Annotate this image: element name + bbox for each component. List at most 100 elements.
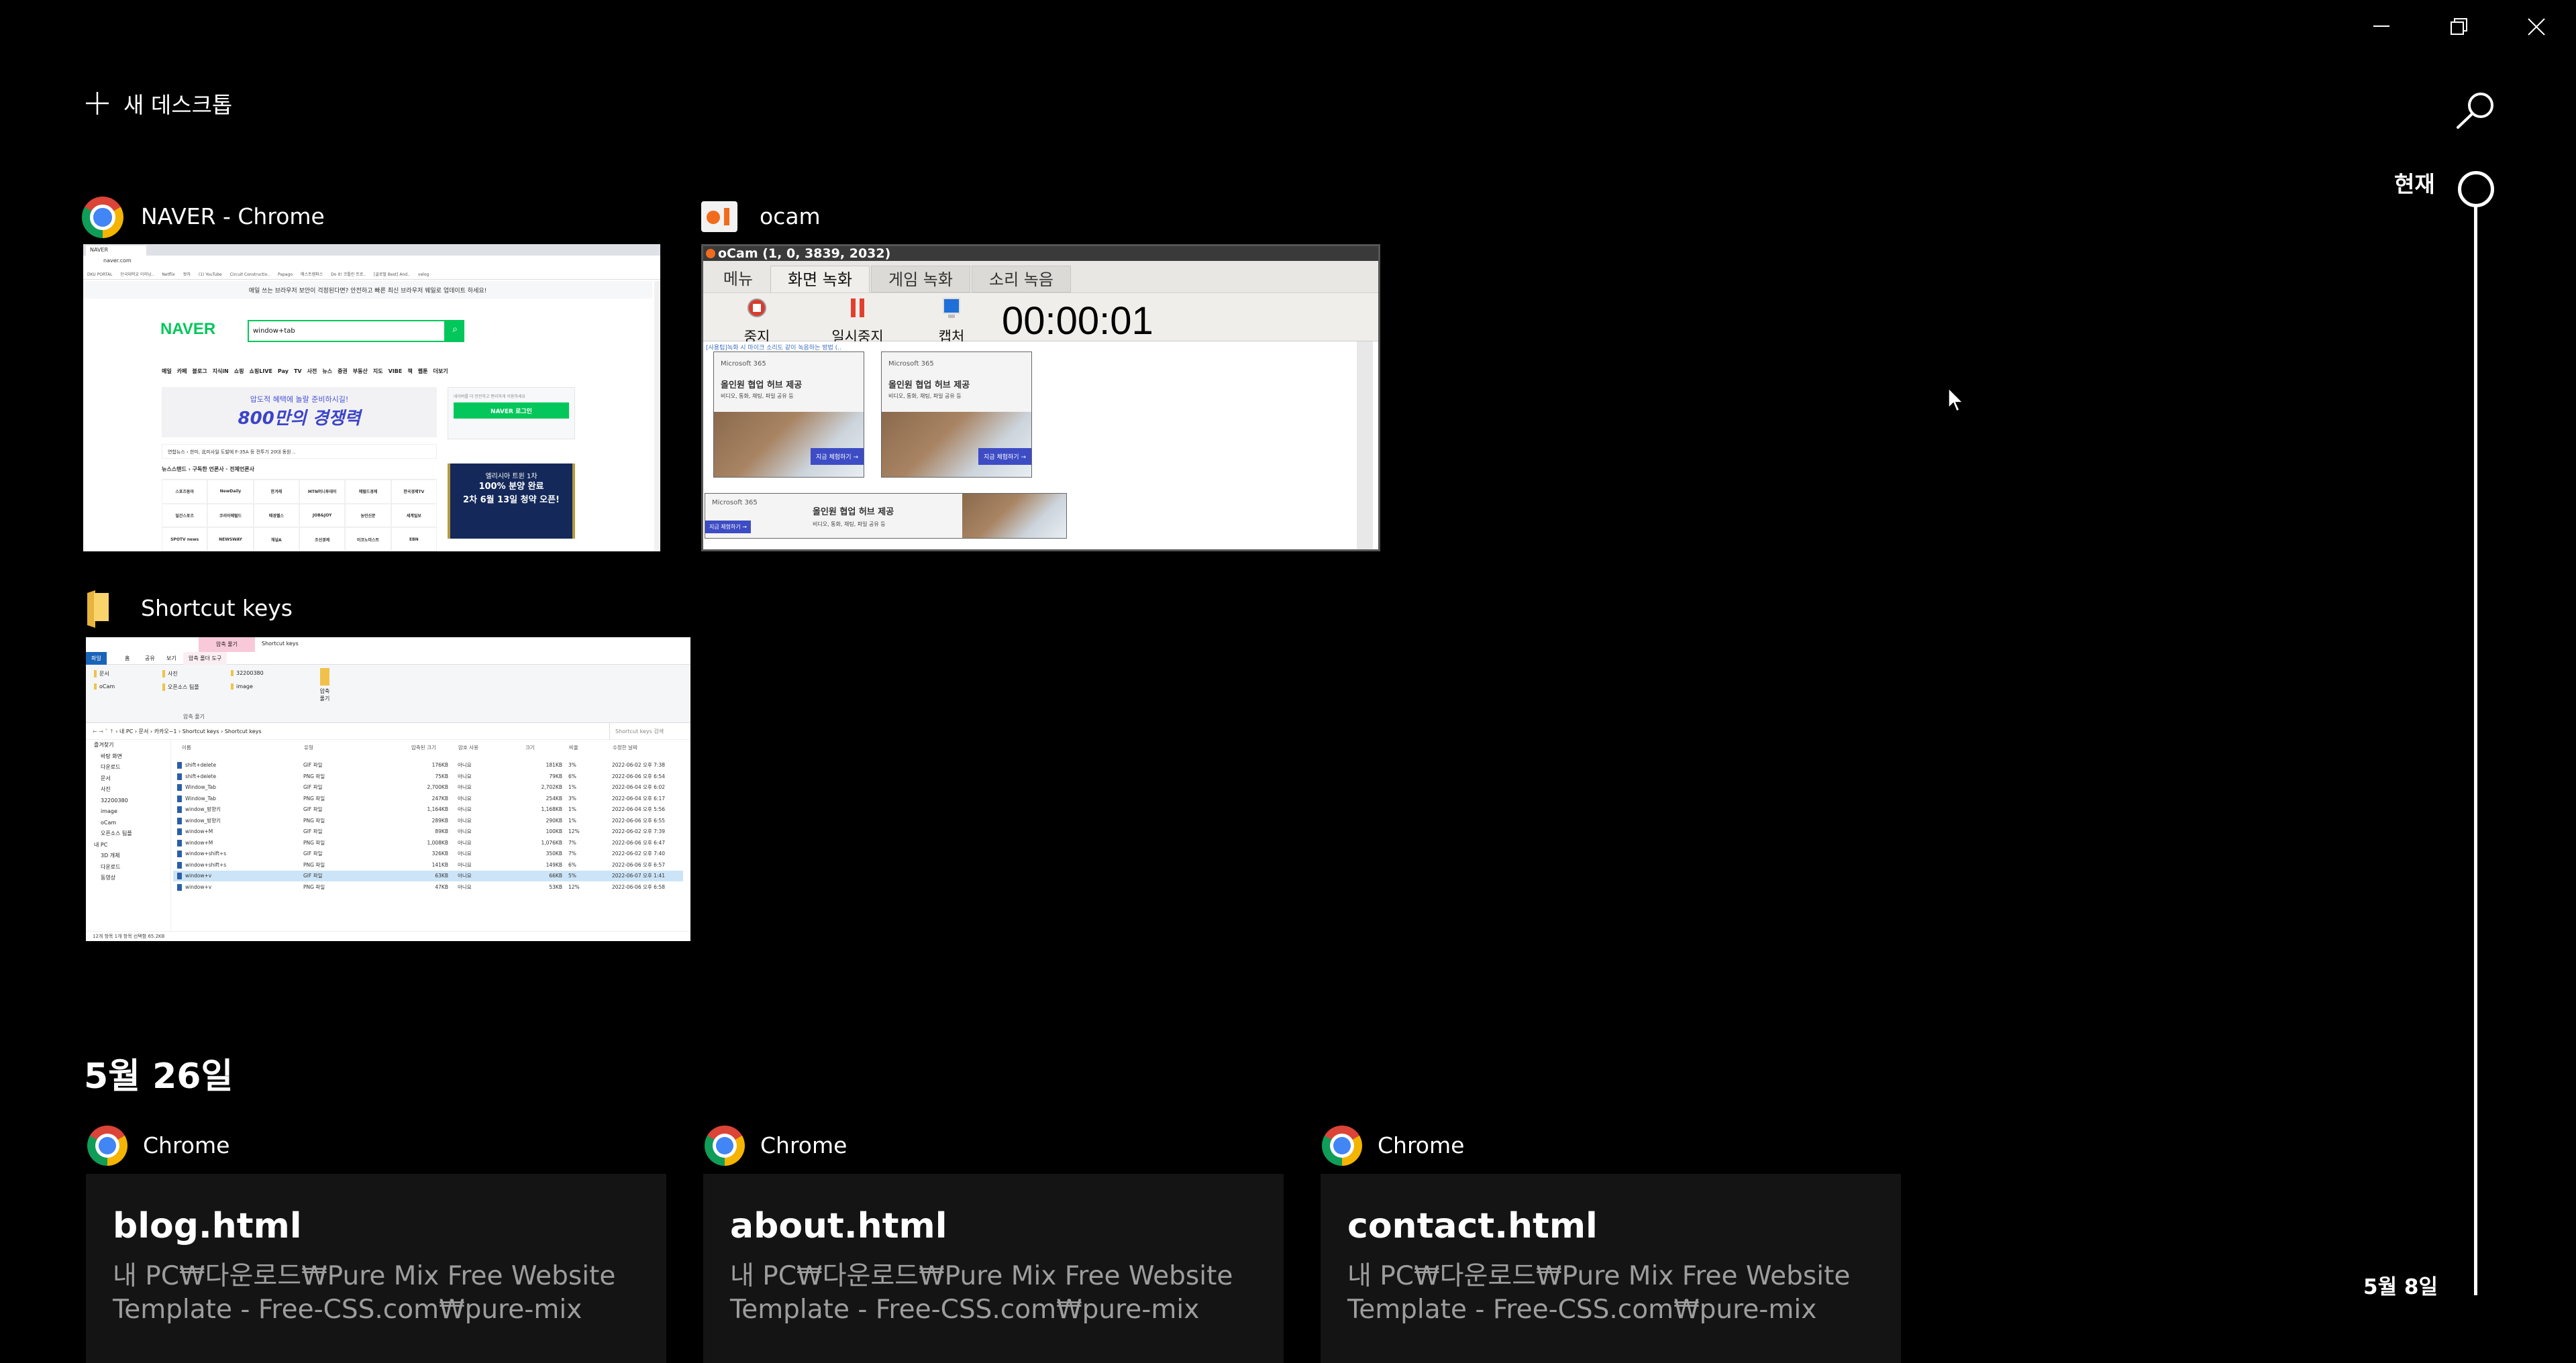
press-logo[interactable]: 코리아헤럴드 [207,503,254,528]
restore-button[interactable] [2422,9,2496,44]
ad-cta-button[interactable]: 지금 체험하기 → [811,448,864,465]
ribbon-tab[interactable]: 홈 [119,652,135,665]
ad-card[interactable]: Microsoft 365 올인원 협업 허브 제공 비디오, 통화, 채팅, … [881,351,1032,478]
window-thumbnail-explorer[interactable]: 압축 풀기 Shortcut keys 파일 홈 공유 보기 압축 폴더 도구 문서 사진… [86,637,690,941]
press-logo[interactable]: EBN [391,527,437,551]
timeline-handle[interactable] [2458,171,2494,207]
pinned-folder[interactable]: 32200380 [231,670,264,676]
search-button[interactable] [2453,87,2500,134]
naver-menu-item[interactable]: 증권 [338,368,348,374]
bookmark-item[interactable]: Netflix [162,272,175,277]
naver-search-button[interactable]: ⌕ [446,320,464,342]
press-logo[interactable]: 일간스포츠 [162,503,208,528]
naver-login-button[interactable]: NAVER 로그인 [454,402,569,419]
file-row[interactable]: Window_Tab PNG 파일 247KB 아니요 254KB 3% 2022-06-0… [173,794,683,804]
press-logo[interactable]: 채널A [253,527,299,551]
bookmark-item[interactable]: Circuit Constructio.. [230,272,270,277]
press-logo[interactable]: 스포츠동아 [162,480,208,504]
tab-sound-record[interactable]: 소리 녹음 [972,266,1071,292]
nav-item[interactable]: 3D 개체 [86,851,170,862]
activity-card[interactable]: blog.html 내 PC₩다운로드₩Pure Mix Free Website… [86,1174,666,1363]
column-header[interactable]: 수정한 날짜 [613,744,637,751]
ad-card[interactable]: Microsoft 365 올인원 협업 허브 제공 비디오, 통화, 채팅, … [713,351,864,478]
timeline-scrollbar[interactable] [2474,207,2477,1295]
close-button[interactable] [2500,9,2573,44]
press-logo[interactable]: MTN머니투데이 [299,480,346,504]
press-logo[interactable]: JOB&JOY [299,503,346,528]
pinned-folder[interactable]: 사진 [162,670,178,677]
column-header[interactable]: 유형 [304,744,313,751]
file-row[interactable]: window+shift+s PNG 파일 141KB 아니요 149KB 6% 2022-… [173,860,683,871]
pinned-folder[interactable]: image [231,684,253,690]
nav-item[interactable]: 문서 [86,773,170,785]
file-row[interactable]: window+v PNG 파일 47KB 아니요 53KB 12% 2022-06-06 오… [173,882,683,893]
file-row[interactable]: window+M GIF 파일 89KB 아니요 100KB 12% 2022-06-02 … [173,826,683,837]
press-logo[interactable]: 한겨레 [253,480,299,504]
tab-menu[interactable]: 메뉴 [711,266,765,292]
naver-menu-item[interactable]: 책 [407,368,412,374]
naver-menu-item[interactable]: 뉴스 [322,368,332,374]
file-row[interactable]: window_방향키 GIF 파일 1,164KB 아니요 1,168KB 1% 2022-… [173,804,683,815]
browser-tab[interactable]: NAVER [86,246,146,256]
nav-item[interactable]: image [86,806,170,818]
new-desktop-button[interactable]: 새 데스크톱 [86,87,232,119]
column-header[interactable]: 암호 사용 [458,744,478,751]
nav-item[interactable]: 내 PC [86,840,170,851]
naver-search-input[interactable]: window+tab [248,320,446,342]
nav-item[interactable]: oCam [86,818,170,829]
extract-all-button[interactable]: 압축 풀기 [317,668,332,702]
ribbon-tab[interactable]: 공유 [140,652,160,665]
press-logo[interactable]: 농민신문 [345,503,391,528]
naver-menu-item[interactable]: 지도 [373,368,383,374]
ribbon-tab[interactable]: 보기 [161,652,182,665]
scrollbar[interactable] [1357,341,1373,549]
file-row[interactable]: window+M PNG 파일 1,008KB 아니요 1,076KB 7% 2022-06… [173,838,683,849]
naver-menu-item[interactable]: 쇼핑LIVE [249,368,272,374]
naver-side-ad[interactable]: 엘리시아 트윈 1차 100% 분양 완료 2차 6월 13일 청약 오픈! [448,464,575,539]
bookmark-item[interactable]: 단국대학교 이러닝.. [120,272,154,277]
naver-menu-item[interactable]: 웹툰 [418,368,428,374]
file-row[interactable]: window_방향키 PNG 파일 289KB 아니요 290KB 1% 2022-06-0… [173,816,683,826]
naver-menu-item[interactable]: VIBE [389,368,403,374]
nav-item[interactable]: 바탕 화면 [86,751,170,763]
bookmark-item[interactable]: [골로벌 Best] And.. [374,272,410,277]
nav-item[interactable]: 32200380 [86,796,170,807]
minimize-button[interactable] [2345,9,2419,44]
column-header[interactable]: 비율 [569,744,578,751]
press-logo[interactable]: 이코노미스트 [345,527,391,551]
bookmark-item[interactable]: Do it! 코틀린 프로.. [331,272,366,277]
nav-item[interactable]: 즐겨찾기 [86,740,170,751]
press-logo[interactable]: 매경헬스 [253,503,299,528]
pinned-folder[interactable]: 문서 [94,670,109,677]
bookmark-item[interactable]: 메스트캠퍼스 [301,272,323,277]
news-ticker[interactable]: 연합뉴스 › 한미, 北미사일 도발에 F-35A 등 전투기 20대 동원 .… [162,444,437,459]
naver-menu-item[interactable]: 더보기 [433,368,448,374]
press-logo[interactable]: SPOTV news [162,527,208,551]
press-logo[interactable]: 한국경제TV [391,480,437,504]
naver-menu-item[interactable]: TV [294,368,302,374]
naver-menu-item[interactable]: 카페 [177,368,187,374]
ribbon-tab[interactable]: 파일 [86,652,107,665]
press-logo[interactable]: 세계일보 [391,503,437,528]
naver-menu-item[interactable]: 쇼핑 [234,368,244,374]
window-thumbnail-naver[interactable]: NAVER naver.com DKU PORTAL 단국대학교 이러닝.. Net… [83,244,660,551]
column-header[interactable]: 압축된 크기 [411,744,436,751]
press-logo[interactable]: NEWSWAY [207,527,254,551]
file-row[interactable]: window+shift+s GIF 파일 326KB 아니요 350KB 7% 2022-… [173,849,683,859]
ribbon-tab[interactable]: 압축 폴더 도구 [183,652,227,665]
press-logo[interactable]: 헤럴드경제 [345,480,391,504]
nav-item[interactable]: 다운로드 [86,862,170,873]
activity-card[interactable]: contact.html 내 PC₩다운로드₩Pure Mix Free Webs… [1321,1174,1901,1363]
activity-card[interactable]: about.html 내 PC₩다운로드₩Pure Mix Free Websit… [703,1174,1284,1363]
pause-button[interactable]: 일시중지 [824,297,891,346]
nav-item[interactable]: 동영상 [86,873,170,884]
naver-menu-item[interactable]: 지식iN [213,368,229,374]
file-row[interactable]: shift+delete PNG 파일 75KB 아니요 79KB 6% 2022-06-0… [173,771,683,782]
bookmark-item[interactable]: 왓챠 [183,272,191,277]
naver-banner[interactable]: 압도적 혜택에 놀랄 준비하시길! 800만의 경쟁력 [162,387,437,437]
ad-cta-button[interactable]: 지금 체험하기 → [705,521,751,533]
ad-banner[interactable]: Microsoft 365 올인원 협업 허브 제공 비디오, 통화, 채팅, … [705,493,1067,539]
bookmark-item[interactable]: (1) YouTube [199,272,222,277]
search-box[interactable]: Shortcut keys 검색 [609,723,690,740]
pinned-folder[interactable]: 오픈소스 팀플 [162,684,199,691]
